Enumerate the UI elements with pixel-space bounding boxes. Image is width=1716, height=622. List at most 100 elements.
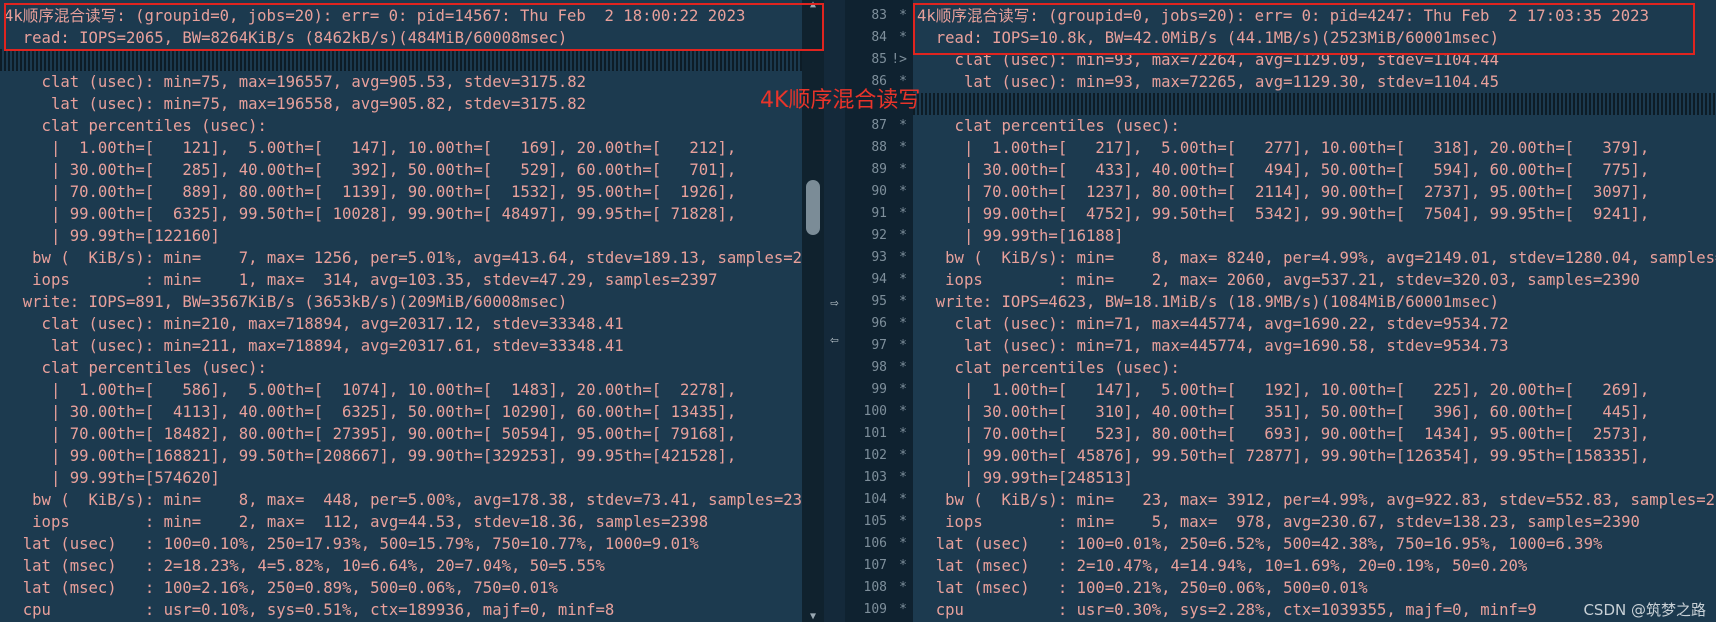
code-line: write: IOPS=891, BW=3567KiB/s (3653kB/s)… xyxy=(4,293,568,311)
code-line: lat (msec) : 2=10.47%, 4=14.94%, 10=1.69… xyxy=(917,557,1528,575)
left-read-highlight-box xyxy=(4,3,824,51)
line-number: 93 xyxy=(871,250,887,265)
diff-marker: * xyxy=(899,536,907,551)
gutter-row: 103 * xyxy=(845,467,913,489)
gutter-row: 108 * xyxy=(845,577,913,599)
code-line: | 99.00th=[ 45876], 99.50th=[ 72877], 99… xyxy=(917,447,1650,465)
gutter-row: 99 * xyxy=(845,379,913,401)
code-line: | 99.00th=[ 6325], 99.50th=[ 10028], 99.… xyxy=(4,205,737,223)
diff-marker: * xyxy=(899,426,907,441)
line-number: 104 xyxy=(863,492,887,507)
diff-marker: * xyxy=(899,118,907,133)
code-line: lat (msec) : 100=2.16%, 250=0.89%, 500=0… xyxy=(4,579,558,597)
line-number: 90 xyxy=(871,184,887,199)
code-line: | 99.99th=[248513] xyxy=(917,469,1133,487)
code-line: lat (usec): min=75, max=196558, avg=905.… xyxy=(4,95,587,113)
line-number: 83 xyxy=(871,8,887,23)
code-line: | 1.00th=[ 586], 5.00th=[ 1074], 10.00th… xyxy=(4,381,737,399)
diff-marker: * xyxy=(899,580,907,595)
gutter-row: 93 * xyxy=(845,247,913,269)
diff-marker: * xyxy=(899,8,907,23)
gutter-row: 106 * xyxy=(845,533,913,555)
code-line: bw ( KiB/s): min= 8, max= 8240, per=4.99… xyxy=(917,249,1716,267)
right-diff-pane[interactable]: 4k顺序混合读写: (groupid=0, jobs=20): err= 0: … xyxy=(913,0,1716,622)
gutter-row: 96 * xyxy=(845,313,913,335)
line-number: 96 xyxy=(871,316,887,331)
diff-marker: * xyxy=(899,514,907,529)
code-line: | 70.00th=[ 523], 80.00th=[ 693], 90.00t… xyxy=(917,425,1650,443)
code-line: | 30.00th=[ 310], 40.00th=[ 351], 50.00t… xyxy=(917,403,1650,421)
gutter-row: 95 * xyxy=(845,291,913,313)
gutter-row: 109 * xyxy=(845,599,913,621)
diff-marker: * xyxy=(899,30,907,45)
gutter-row: 87 * xyxy=(845,115,913,137)
gutter-row: 91 * xyxy=(845,203,913,225)
copy-to-left-icon[interactable]: ⇦ xyxy=(824,330,845,350)
gutter-row: 98 * xyxy=(845,357,913,379)
code-line: clat (usec): min=71, max=445774, avg=169… xyxy=(917,315,1509,333)
code-line: lat (usec): min=71, max=445774, avg=1690… xyxy=(917,337,1509,355)
gutter-row: 101 * xyxy=(845,423,913,445)
gutter-row: 83 * xyxy=(845,5,913,27)
line-number: 100 xyxy=(863,404,887,419)
code-line: clat (usec): min=75, max=196557, avg=905… xyxy=(4,73,587,91)
gutter-row: 104 * xyxy=(845,489,913,511)
line-number: 94 xyxy=(871,272,887,287)
code-line: clat percentiles (usec): xyxy=(4,359,267,377)
code-line: | 70.00th=[ 1237], 80.00th=[ 2114], 90.0… xyxy=(917,183,1650,201)
line-number: 108 xyxy=(863,580,887,595)
gutter-row: 97 * xyxy=(845,335,913,357)
diff-marker: * xyxy=(899,272,907,287)
line-number: 88 xyxy=(871,140,887,155)
scroll-down-arrow-icon[interactable]: ▼ xyxy=(802,612,824,622)
gutter-row: 107 * xyxy=(845,555,913,577)
line-number: 95 xyxy=(871,294,887,309)
code-line: | 70.00th=[ 18482], 80.00th=[ 27395], 90… xyxy=(4,425,737,443)
gutter-row: 90 * xyxy=(845,181,913,203)
line-number: 98 xyxy=(871,360,887,375)
code-line: clat percentiles (usec): xyxy=(917,117,1180,135)
code-line: iops : min= 5, max= 978, avg=230.67, std… xyxy=(917,513,1640,531)
gutter-row: 92 * xyxy=(845,225,913,247)
code-line: | 30.00th=[ 4113], 40.00th=[ 6325], 50.0… xyxy=(4,403,737,421)
line-number: 97 xyxy=(871,338,887,353)
diff-marker: !> xyxy=(891,52,907,67)
code-line: | 99.99th=[122160] xyxy=(4,227,220,245)
code-line: cpu : usr=0.10%, sys=0.51%, ctx=189936, … xyxy=(4,601,615,619)
right-read-highlight-box xyxy=(913,3,1695,55)
diff-marker: * xyxy=(899,338,907,353)
code-line: bw ( KiB/s): min= 23, max= 3912, per=4.9… xyxy=(917,491,1716,509)
gutter-row: 85 !> xyxy=(845,49,913,71)
code-line: clat (usec): min=210, max=718894, avg=20… xyxy=(4,315,624,333)
diff-marker: * xyxy=(899,470,907,485)
code-line: | 1.00th=[ 147], 5.00th=[ 192], 10.00th=… xyxy=(917,381,1650,399)
code-line: cpu : usr=0.30%, sys=2.28%, ctx=1039355,… xyxy=(917,601,1537,619)
code-line: iops : min= 2, max= 112, avg=44.53, stde… xyxy=(4,513,709,531)
left-diff-pane[interactable]: 4k顺序混合读写: (groupid=0, jobs=20): err= 0: … xyxy=(0,0,802,622)
diff-marker: * xyxy=(899,294,907,309)
gutter-row: 94 * xyxy=(845,269,913,291)
gutter-row: 89 * xyxy=(845,159,913,181)
code-line: clat percentiles (usec): xyxy=(917,359,1180,377)
diff-marker: * xyxy=(899,360,907,375)
scroll-thumb[interactable] xyxy=(806,180,820,235)
line-number: 91 xyxy=(871,206,887,221)
code-line: bw ( KiB/s): min= 7, max= 1256, per=5.01… xyxy=(4,249,802,267)
diff-marker: * xyxy=(899,140,907,155)
line-number: 84 xyxy=(871,30,887,45)
diff-marker: * xyxy=(899,206,907,221)
line-number: 102 xyxy=(863,448,887,463)
line-number: 92 xyxy=(871,228,887,243)
diff-marker: * xyxy=(899,184,907,199)
code-line: lat (usec) : 100=0.01%, 250=6.52%, 500=4… xyxy=(917,535,1603,553)
line-number: 89 xyxy=(871,162,887,177)
gutter-row: 88 * xyxy=(845,137,913,159)
code-line: lat (usec) : 100=0.10%, 250=17.93%, 500=… xyxy=(4,535,699,553)
diff-marker: * xyxy=(899,558,907,573)
code-line: lat (usec): min=211, max=718894, avg=203… xyxy=(4,337,624,355)
diff-marker: * xyxy=(899,382,907,397)
code-line: | 99.99th=[574620] xyxy=(4,469,220,487)
copy-to-right-icon[interactable]: ⇨ xyxy=(824,293,845,313)
line-number: 106 xyxy=(863,536,887,551)
code-line: | 99.99th=[16188] xyxy=(917,227,1124,245)
